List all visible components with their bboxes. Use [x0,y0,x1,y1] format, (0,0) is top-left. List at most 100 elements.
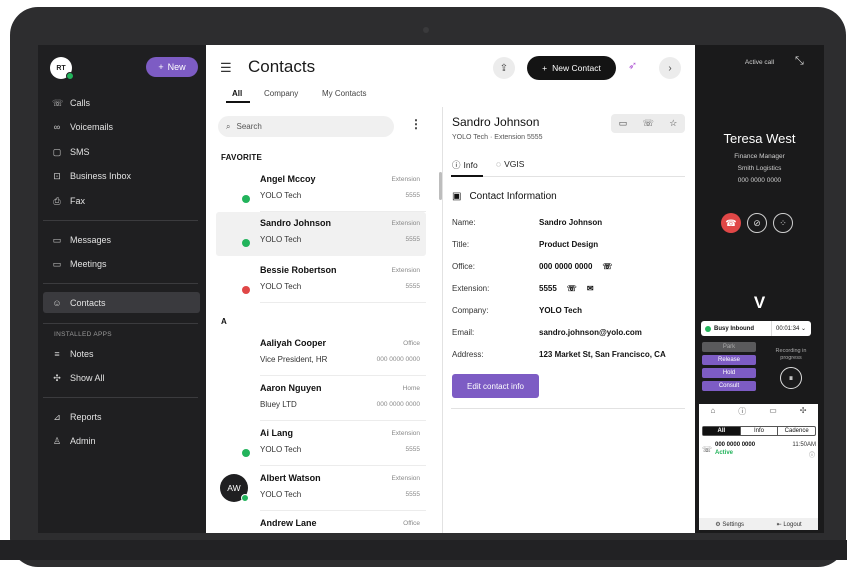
widget-footer: ⚙ Settings ⇤ Logout [699,518,818,530]
field-value-email[interactable]: sandro.johnson@yolo.com [539,328,642,337]
contact-row-ai-lang[interactable]: Ai Lang YOLO Tech Extension 5555 [216,422,426,466]
contact-phone-type: Office [403,520,420,527]
sidebar-item-messages[interactable]: ▭ Messages [52,231,111,249]
active-call-panel: Active call ⤡ Teresa West Finance Manage… [695,45,824,533]
search-placeholder: Search [236,122,262,131]
video-call-icon[interactable]: ▭ [619,118,628,129]
release-button[interactable]: Release [702,355,756,365]
park-button[interactable]: Park [702,342,756,352]
sidebar-item-notes[interactable]: ≡ Notes [52,345,94,363]
call-timer: 00:01:34 ⌄ [771,321,806,336]
rocket-icon[interactable]: ➶ [628,59,637,72]
online-status-dot [241,494,249,502]
sidebar-item-calls[interactable]: ☏ Calls [52,94,90,112]
star-icon[interactable]: ☆ [669,118,677,129]
sidebar-item-show-all[interactable]: ✣ Show All [52,369,104,387]
contact-phone-type: Home [402,385,420,392]
sidebar-item-business-inbox[interactable]: ⊡ Business Inbox [52,167,131,185]
menu-icon[interactable]: ☰ [220,60,232,76]
settings-link[interactable]: ⚙ Settings [715,521,744,528]
end-call-button[interactable]: ☎ [721,213,741,233]
dialpad-button[interactable]: ⁘ [773,213,793,233]
sidebar-item-voicemails[interactable]: ∞ Voicemails [52,118,113,136]
sidebar-item-label: Business Inbox [70,171,132,181]
active-tab-underline [226,101,250,103]
tab-info[interactable]: ⓘ Info [452,159,478,171]
phone-icon: ☏ [52,97,64,108]
widget-icon-bar: ⌂ ⓘ ▭ ✣ [699,406,818,421]
consult-button[interactable]: Consult [702,381,756,391]
phone-icon[interactable]: ☏ [567,284,577,293]
logout-label: Logout [783,521,802,528]
contact-row-andrew-lane[interactable]: Andrew Lane Office [216,512,426,533]
value-text: 5555 [539,284,557,293]
search-input[interactable]: ⌕ Search [218,116,394,137]
phone-icon[interactable]: ☏ [643,118,654,129]
mail-icon[interactable]: ✉ [587,284,594,293]
sidebar-item-meetings[interactable]: ▭ Meetings [52,255,107,273]
call-status-pill[interactable]: Busy Inbound 00:01:34 ⌄ [701,321,811,336]
contact-extension: 5555 [405,283,420,290]
filter-all[interactable]: All [703,427,740,435]
share-icon[interactable]: ⇪ [493,57,515,79]
sidebar-item-contacts[interactable]: ☺ Contacts [52,294,105,312]
sidebar-item-sms[interactable]: ▢ SMS [52,143,90,161]
sidebar-item-fax[interactable]: ⎙ Fax [52,192,85,210]
new-contact-button[interactable]: + New Contact [527,56,616,80]
field-label-company: Company: [452,306,489,315]
collapse-icon[interactable]: ⤡ [795,55,804,68]
scrollbar-thumb[interactable] [439,172,442,200]
filter-info[interactable]: Info [739,427,778,435]
tab-my-contacts[interactable]: My Contacts [322,89,366,98]
section-header-favorite: FAVORITE [221,153,263,162]
row-divider [260,420,426,421]
plus-icon: + [542,63,548,73]
puzzle-icon[interactable]: ✣ [800,406,807,421]
user-avatar[interactable]: RT [50,57,74,80]
logout-link[interactable]: ⇤ Logout [777,521,802,528]
contact-row-aaliyah-cooper[interactable]: Aaliyah Cooper Vice President, HR Office… [216,332,426,376]
chat-icon[interactable]: ▭ [769,406,777,421]
contact-row-aaron-nguyen[interactable]: Aaron Nguyen Bluey LTD Home 000 0000 000… [216,377,426,421]
avatar-initials: AW [227,483,241,493]
field-label-extension: Extension: [452,284,490,293]
recording-icon[interactable]: ⏸ [780,367,802,389]
edit-contact-button[interactable]: Edit contact info [452,374,539,398]
settings-label: Settings [722,521,745,528]
contact-row-bessie-robertson[interactable]: Bessie Robertson YOLO Tech Extension 555… [216,259,426,303]
sidebar-item-reports[interactable]: ⊿ Reports [52,408,101,426]
contact-row-angel-mccoy[interactable]: Angel Mccoy YOLO Tech Extension 5555 [216,168,426,212]
sidebar-item-admin[interactable]: ♙ Admin [52,432,96,450]
contact-extension: 5555 [405,236,420,243]
video-icon: ▭ [52,258,62,269]
mute-button[interactable]: ⊘ [747,213,767,233]
sidebar-item-label: Notes [70,349,94,359]
info-icon[interactable]: ⓘ [738,406,746,421]
installed-apps-caption: INSTALLED APPS [54,331,112,338]
detail-divider [451,408,685,409]
section-header-a: A [221,317,227,326]
sidebar-divider [43,323,198,324]
contact-name: Aaliyah Cooper [260,338,327,348]
new-button[interactable]: + New [146,57,198,77]
hold-button[interactable]: Hold [702,368,756,378]
filter-cadence[interactable]: Cadence [777,427,815,435]
contact-company: YOLO Tech [260,191,302,200]
field-label-name: Name: [452,218,476,227]
contact-name: Andrew Lane [260,518,317,528]
contact-name: Bessie Robertson [260,265,337,275]
tab-vgis[interactable]: ◌ VGIS [496,159,524,169]
sidebar-item-label: Fax [70,196,86,206]
call-log-item[interactable]: ☏ 000 0000 0000 Active 11:50AM ⓘ [702,442,816,460]
home-icon[interactable]: ⌂ [710,406,715,421]
phone-icon[interactable]: ☏ [602,262,612,271]
info-icon[interactable]: ⓘ [809,450,815,459]
tab-all[interactable]: All [232,89,242,98]
chevron-right-icon[interactable]: › [659,57,681,79]
laptop-base [0,540,847,560]
contact-name: Angel Mccoy [260,174,316,184]
contact-row-sandro-johnson[interactable]: Sandro Johnson YOLO Tech Extension 5555 [216,212,426,256]
contact-row-albert-watson[interactable]: AW Albert Watson YOLO Tech Extension 555… [216,467,426,511]
more-options-icon[interactable]: ⋮ [410,117,422,131]
tab-company[interactable]: Company [264,89,298,98]
